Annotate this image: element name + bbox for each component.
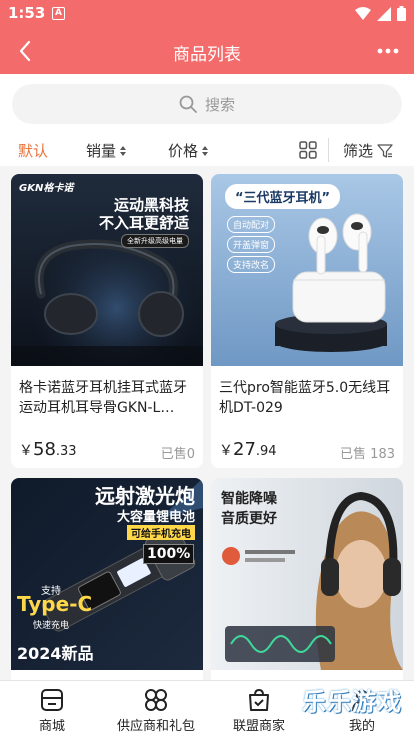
- tab-mall-label: 商城: [38, 719, 65, 734]
- product-name: 格卡诺蓝牙耳机挂耳式蓝牙运动耳机耳导骨GKN-L…: [19, 380, 187, 416]
- sort-sales[interactable]: 销量: [86, 140, 127, 161]
- banner-tag: 自动配对: [227, 216, 276, 233]
- sort-arrows-icon: [202, 145, 209, 156]
- product-card[interactable]: “三代蓝牙耳机” 自动配对 开盖弹窗 支持改名 三代pro智能蓝牙5.0无线耳机…: [211, 174, 403, 468]
- sort-sales-label: 销量: [86, 142, 117, 160]
- tab-alliance-label: 联盟商家: [232, 719, 285, 734]
- watermark-logo: 乐乐游戏: [302, 682, 412, 718]
- price-currency: ￥: [19, 443, 33, 459]
- tab-alliance[interactable]: 联盟商家: [226, 687, 292, 734]
- search-placeholder: 搜索: [205, 96, 236, 114]
- sold-count: 已售 183: [340, 447, 395, 462]
- sold-count: 已售0: [160, 447, 195, 462]
- banner-line2: 不入耳更舒适: [98, 214, 189, 232]
- wifi-icon: [355, 6, 371, 20]
- sort-divider: [328, 138, 329, 162]
- tab-mall[interactable]: 商城: [26, 687, 78, 734]
- search-icon: [179, 95, 197, 113]
- banner-line2: 音质更好: [221, 511, 277, 527]
- tab-mine-label: 我的: [348, 719, 375, 734]
- banner-typec: Type-C: [17, 592, 93, 616]
- filter-label: 筛选: [343, 142, 374, 160]
- banner-tag: 开盖弹窗: [227, 236, 276, 253]
- watermark-text: 乐乐游戏: [302, 688, 402, 716]
- sort-arrows-icon: [120, 145, 127, 156]
- status-icons: [355, 6, 406, 21]
- banner-fast-charge: 快速充电: [33, 621, 70, 631]
- banner-tag: 可给手机充电: [127, 525, 195, 540]
- battery-icon: [397, 6, 406, 21]
- shopping-bag-icon: [249, 688, 269, 711]
- filter-button[interactable]: 筛选: [343, 140, 393, 161]
- bottom-tab-bar: 商城 供应商和礼包 联盟商家 我的 乐乐游戏: [0, 680, 414, 736]
- price-decimal: .94: [255, 444, 277, 459]
- product-image: 智能降噪 音质更好: [211, 478, 403, 670]
- sort-bar: 默认 销量 价格 筛选: [0, 136, 414, 166]
- more-options-icon[interactable]: [376, 40, 400, 62]
- flashlight-display: 100%: [143, 544, 195, 564]
- banner-tag: 全新升级高级电量: [121, 234, 189, 248]
- price-currency: ￥: [219, 443, 233, 459]
- banner-line2: 大容量锂电池: [116, 510, 195, 525]
- page-title: 商品列表: [173, 45, 241, 65]
- grid-view-icon[interactable]: [298, 140, 318, 160]
- sort-price[interactable]: 价格: [168, 140, 209, 161]
- product-price: ￥27.94: [219, 439, 277, 460]
- sort-default[interactable]: 默认: [18, 140, 48, 161]
- sort-price-label: 价格: [168, 142, 199, 160]
- banner-line1: 智能降噪: [221, 491, 277, 507]
- banner-headline: “三代蓝牙耳机”: [225, 184, 341, 209]
- tab-suppliers-label: 供应商和礼包: [116, 719, 195, 734]
- search-section: 搜索: [0, 74, 414, 136]
- product-image: “三代蓝牙耳机” 自动配对 开盖弹窗 支持改名: [211, 174, 403, 366]
- banner-brand: GKN格卡诺: [19, 183, 74, 194]
- product-grid: GKN格卡诺 运动黑科技 不入耳更舒适 全新升级高级电量 格卡诺蓝牙耳机挂耳式蓝…: [0, 166, 414, 680]
- price-integer: 27: [233, 439, 256, 460]
- banner-line1: 远射激光炮: [95, 484, 195, 508]
- store-icon: [41, 689, 63, 711]
- sort-default-label: 默认: [18, 142, 49, 160]
- product-name: 三代pro智能蓝牙5.0无线耳机DT-029: [219, 380, 391, 416]
- product-price: ￥58.33: [19, 439, 77, 460]
- filter-icon: [377, 143, 393, 158]
- signal-icon: [377, 6, 391, 21]
- product-image: 远射激光炮 大容量锂电池 可给手机充电 100% 支持 Type-C 快速充电 …: [11, 478, 203, 670]
- tab-suppliers[interactable]: 供应商和礼包: [108, 687, 204, 734]
- product-card[interactable]: 远射激光炮 大容量锂电池 可给手机充电 100% 支持 Type-C 快速充电 …: [11, 478, 203, 680]
- banner-year: 2024新品: [17, 644, 94, 663]
- clover-icon: [145, 689, 167, 711]
- search-input[interactable]: 搜索: [12, 84, 402, 124]
- status-time: 1:53: [8, 4, 46, 22]
- status-bar: 1:53 A: [0, 0, 414, 28]
- notification-icon: A: [52, 7, 65, 20]
- product-image: GKN格卡诺 运动黑科技 不入耳更舒适 全新升级高级电量: [11, 174, 203, 366]
- price-integer: 58: [33, 439, 56, 460]
- nav-bar: 商品列表: [0, 28, 414, 74]
- product-card[interactable]: GKN格卡诺 运动黑科技 不入耳更舒适 全新升级高级电量 格卡诺蓝牙耳机挂耳式蓝…: [11, 174, 203, 468]
- price-decimal: .33: [55, 444, 77, 459]
- banner-tag: 支持改名: [227, 256, 276, 273]
- product-card[interactable]: 智能降噪 音质更好: [211, 478, 403, 680]
